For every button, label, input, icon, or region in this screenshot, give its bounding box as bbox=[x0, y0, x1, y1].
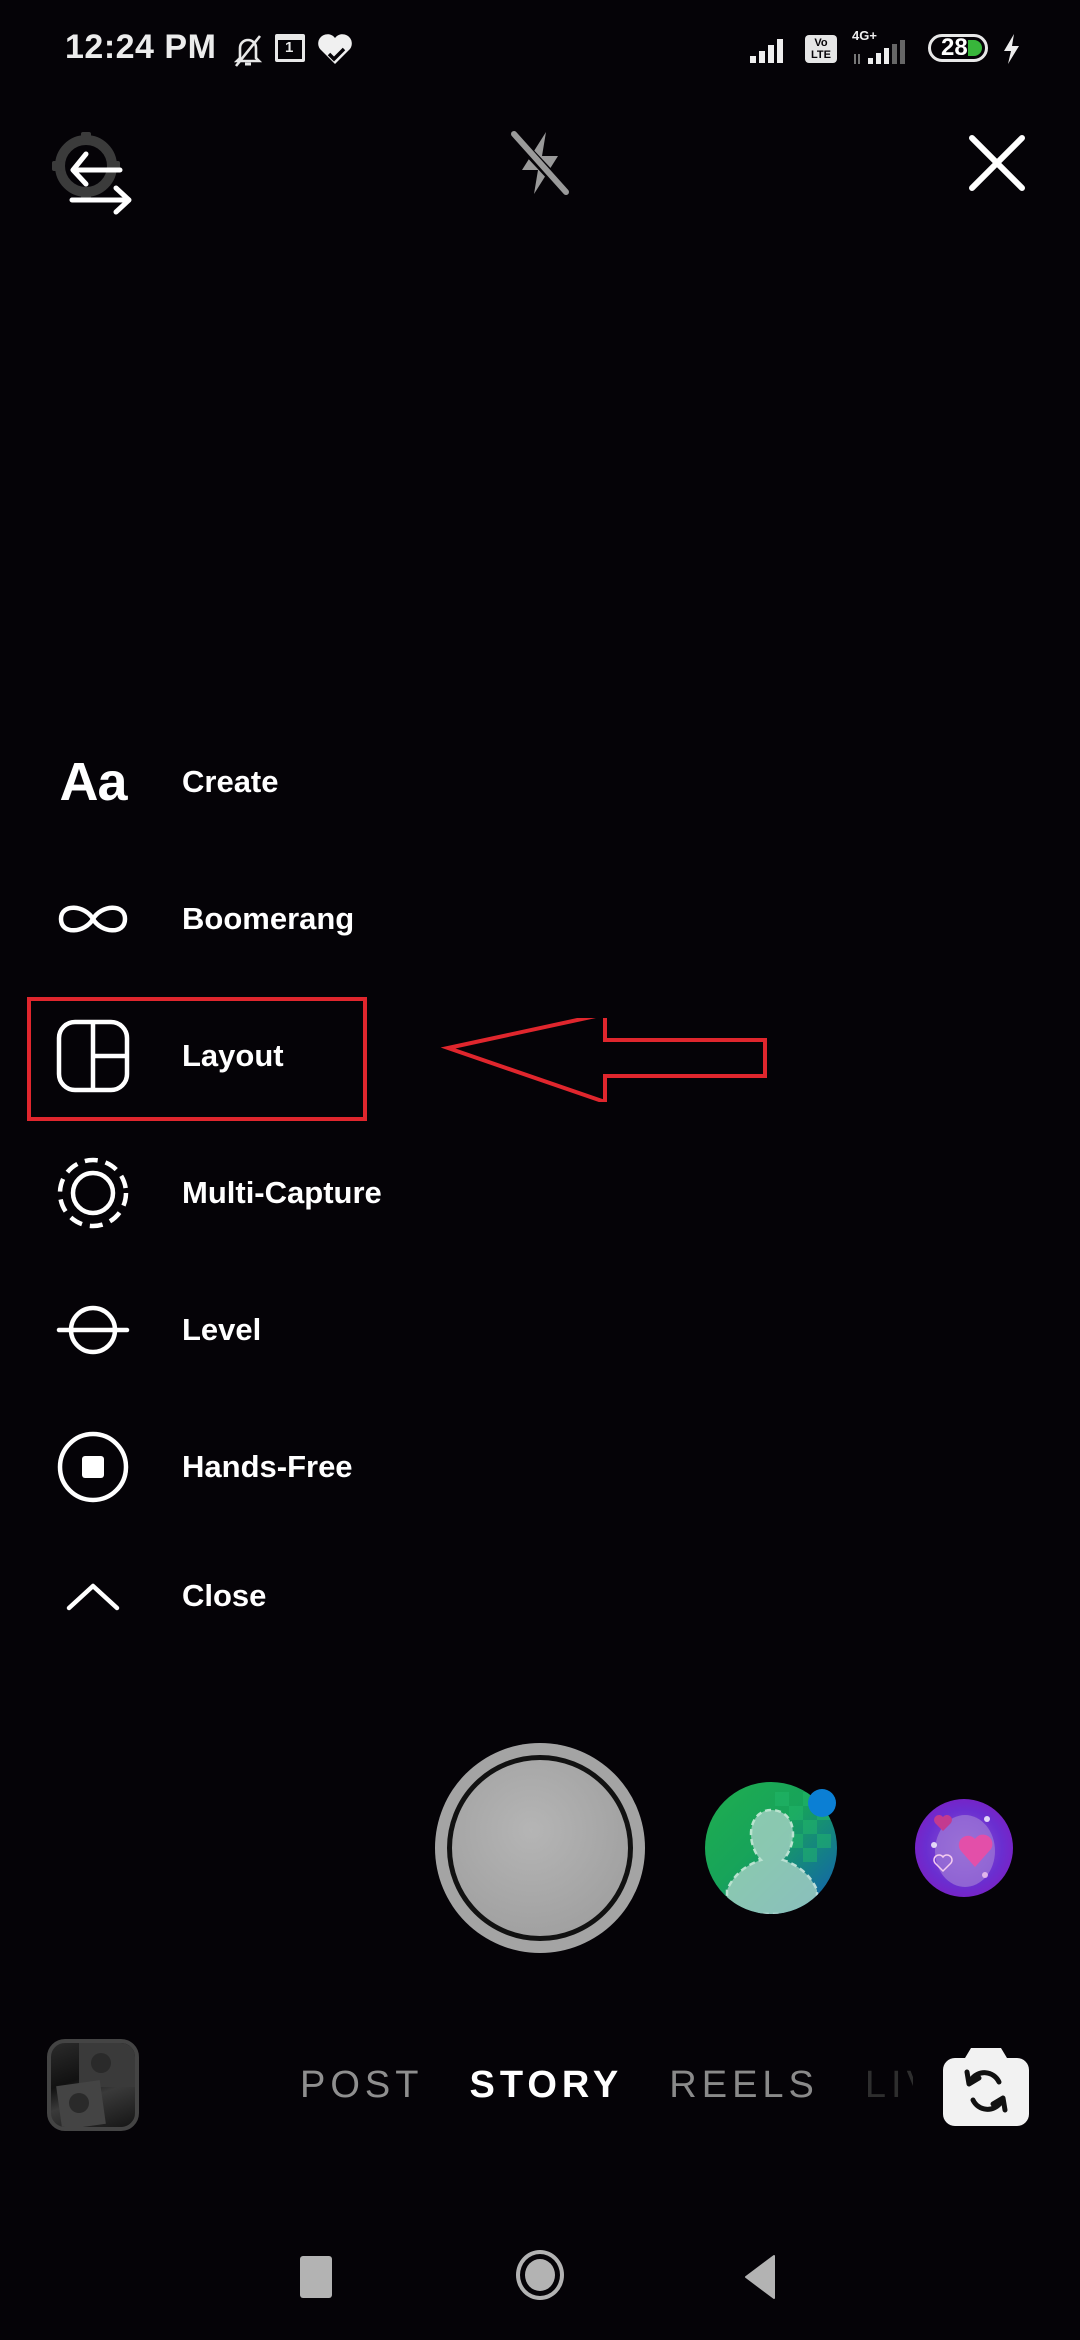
flash-off-icon bbox=[508, 130, 572, 198]
menu-item-multi-capture[interactable]: Multi-Capture bbox=[40, 1153, 460, 1233]
menu-label-multi-capture: Multi-Capture bbox=[182, 1175, 382, 1210]
volte-top: Vo bbox=[814, 37, 828, 49]
annotation-arrow-icon bbox=[440, 1018, 767, 1102]
volte-bottom: LTE bbox=[811, 49, 831, 61]
battery-level: 28 bbox=[941, 34, 968, 61]
hands-free-icon-wrap bbox=[40, 1427, 146, 1507]
flip-camera-button[interactable] bbox=[941, 2044, 1031, 2126]
home-button[interactable] bbox=[516, 2250, 564, 2300]
chevron-up-icon bbox=[66, 1583, 120, 1611]
signal-strength-2-icon bbox=[854, 40, 905, 64]
gallery-thumbnail-image bbox=[56, 2043, 135, 2127]
mode-post[interactable]: POST bbox=[300, 2064, 423, 2107]
menu-label-hands-free: Hands-Free bbox=[182, 1449, 353, 1484]
menu-item-level[interactable]: Level bbox=[40, 1290, 460, 1370]
multi-capture-icon-wrap bbox=[40, 1153, 146, 1233]
close-camera-button[interactable] bbox=[962, 128, 1032, 198]
mode-reels[interactable]: REELS bbox=[669, 2064, 819, 2107]
hearts-effect-button[interactable] bbox=[915, 1799, 1013, 1897]
charging-icon bbox=[1004, 34, 1019, 64]
flash-toggle-button[interactable] bbox=[500, 122, 580, 202]
mode-selector: POST STORY REELS LIVE bbox=[300, 2064, 913, 2107]
health-heart-icon bbox=[318, 34, 352, 64]
mode-story[interactable]: STORY bbox=[469, 2064, 623, 2107]
status-time: 12:24 PM bbox=[65, 28, 217, 66]
hands-free-icon bbox=[57, 1431, 129, 1503]
shutter-inner bbox=[447, 1755, 633, 1941]
hearts-effect-icon bbox=[931, 1815, 995, 1887]
infinity-icon bbox=[58, 905, 128, 933]
menu-label-boomerang: Boomerang bbox=[182, 901, 355, 936]
calendar-day: 1 bbox=[285, 39, 294, 56]
battery-fill bbox=[968, 40, 982, 56]
camera-settings-icon bbox=[52, 132, 132, 215]
menu-item-boomerang[interactable]: Boomerang bbox=[40, 879, 460, 959]
new-effect-badge bbox=[808, 1789, 836, 1817]
mode-live[interactable]: LIVE bbox=[865, 2064, 913, 2107]
shutter-button[interactable] bbox=[435, 1743, 645, 1953]
gallery-thumbnail-button[interactable] bbox=[47, 2039, 139, 2131]
close-icon bbox=[969, 135, 1025, 191]
home-icon-inner bbox=[525, 2259, 555, 2291]
menu-label-close: Close bbox=[182, 1578, 267, 1613]
level-icon-wrap bbox=[40, 1290, 146, 1370]
menu-item-close[interactable]: Close bbox=[40, 1556, 460, 1636]
back-button[interactable] bbox=[742, 2254, 778, 2300]
menu-item-create[interactable]: Aa Create bbox=[40, 742, 460, 822]
battery-indicator: 28 bbox=[928, 34, 988, 62]
menu-label-create: Create bbox=[182, 764, 279, 799]
text-aa-icon: Aa bbox=[59, 752, 127, 812]
recent-apps-button[interactable] bbox=[300, 2256, 332, 2298]
annotation-highlight-box bbox=[27, 997, 367, 1121]
chevron-up-icon-wrap bbox=[40, 1556, 146, 1636]
infinity-icon-wrap bbox=[40, 879, 146, 959]
level-icon bbox=[56, 1305, 130, 1355]
signal-strength-icon bbox=[750, 39, 783, 63]
menu-label-level: Level bbox=[182, 1312, 262, 1347]
menu-item-hands-free[interactable]: Hands-Free bbox=[40, 1427, 460, 1507]
calendar-icon: 1 bbox=[275, 34, 305, 62]
notifications-muted-icon bbox=[233, 35, 263, 67]
volte-icon: Vo LTE bbox=[805, 35, 837, 63]
flip-camera-icon bbox=[943, 2048, 1029, 2126]
camera-settings-button[interactable] bbox=[40, 120, 140, 220]
multi-capture-icon bbox=[57, 1157, 129, 1229]
